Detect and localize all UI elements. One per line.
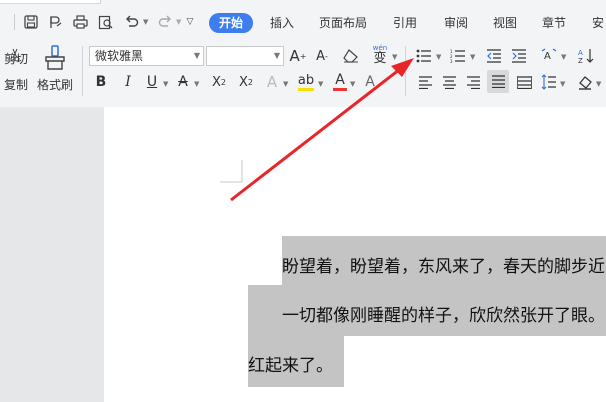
undo-dropdown-icon[interactable]: ▼ xyxy=(143,18,148,26)
shading-icon[interactable] xyxy=(576,72,594,92)
font-name-value: 微软雅黑 xyxy=(95,49,144,63)
print-preview-icon[interactable] xyxy=(96,12,114,32)
subscript-icon[interactable]: X2 xyxy=(236,73,256,91)
text-effect-dropdown-icon[interactable]: ▼ xyxy=(283,80,288,88)
watermark-url: jingyan.baidu.com xyxy=(518,393,592,402)
paragraph-line[interactable]: 盼望着，盼望着，东风来了，春天的脚步近 xyxy=(282,252,605,277)
paragraph-line[interactable]: 一切都像刚睡醒的样子，欣欣然张开了眼。 xyxy=(282,301,605,326)
document-tab[interactable] xyxy=(0,0,101,4)
tab-section[interactable]: 章节 xyxy=(542,13,566,33)
font-color-icon[interactable]: A xyxy=(332,71,348,93)
strikethrough-dropdown-icon[interactable]: ▼ xyxy=(194,80,199,88)
character-shading-icon[interactable]: A xyxy=(362,73,378,91)
numbered-list-icon[interactable]: 123 xyxy=(449,46,467,66)
phonetic-guide-icon[interactable]: wén 变 xyxy=(370,44,390,66)
clear-formatting-icon[interactable] xyxy=(342,47,360,65)
print-icon[interactable] xyxy=(71,12,89,32)
font-name-select[interactable]: 微软雅黑 ▼ xyxy=(89,46,204,66)
decrease-indent-icon[interactable] xyxy=(485,46,503,66)
line-spacing-icon[interactable] xyxy=(540,71,558,93)
chevron-down-icon: ▼ xyxy=(273,51,280,60)
font-size-select[interactable]: ▼ xyxy=(206,46,284,66)
grow-font-icon[interactable]: A + xyxy=(289,46,307,66)
format-painter-button[interactable]: 格式刷 xyxy=(37,76,73,93)
svg-text:A: A xyxy=(578,49,583,57)
chevron-down-icon: ▼ xyxy=(193,51,200,60)
numbered-list-dropdown-icon[interactable]: ▼ xyxy=(470,53,475,61)
superscript-icon[interactable]: X2 xyxy=(209,73,229,91)
increase-indent-icon[interactable] xyxy=(510,46,528,66)
tab-insert[interactable]: 插入 xyxy=(270,13,294,33)
svg-text:Z: Z xyxy=(578,57,583,65)
highlight-dropdown-icon[interactable]: ▼ xyxy=(318,80,323,88)
toolbar-divider xyxy=(405,46,406,96)
paragraph-line[interactable]: 红起来了。 xyxy=(248,351,333,376)
tab-references[interactable]: 引用 xyxy=(393,13,417,33)
tab-page-layout[interactable]: 页面布局 xyxy=(319,13,367,33)
underline-dropdown-icon[interactable]: ▼ xyxy=(163,80,168,88)
shrink-font-icon[interactable]: A- xyxy=(313,46,331,66)
watermark-logo: Bai 经验 xyxy=(529,370,596,389)
tab-review[interactable]: 审阅 xyxy=(444,13,468,33)
redo-icon[interactable] xyxy=(156,12,174,32)
tab-view[interactable]: 视图 xyxy=(493,13,517,33)
text-direction-dropdown-icon[interactable]: ▼ xyxy=(561,53,566,61)
quick-access-divider xyxy=(14,14,15,30)
text-direction-icon[interactable]: A xyxy=(539,45,559,67)
redo-dropdown-icon[interactable]: ▼ xyxy=(176,18,181,26)
italic-icon[interactable]: I xyxy=(121,73,135,91)
text-effect-icon[interactable]: A xyxy=(264,73,280,91)
tab-security[interactable]: 安 xyxy=(592,13,604,33)
ribbon: ▼ ▼ ▽ 开始 插入 页面布局 引用 审阅 视图 章节 安 剪切 复制 格式刷… xyxy=(0,0,606,107)
customize-quick-access-icon[interactable]: ▽ xyxy=(184,12,196,32)
tab-home[interactable]: 开始 xyxy=(209,13,254,33)
phonetic-dropdown-icon[interactable]: ▼ xyxy=(392,53,397,61)
font-color-dropdown-icon[interactable]: ▼ xyxy=(350,80,355,88)
align-center-icon[interactable] xyxy=(441,73,457,91)
document-page[interactable]: 盼望着，盼望着，东风来了，春天的脚步近 一切都像刚睡醒的样子，欣欣然张开了眼。 … xyxy=(104,107,606,402)
format-painter-icon[interactable] xyxy=(42,44,68,72)
highlight-color-icon[interactable]: ab xyxy=(296,71,316,93)
margin-corner-mark xyxy=(220,160,243,183)
align-left-icon[interactable] xyxy=(417,73,433,91)
svg-text:3: 3 xyxy=(450,59,453,63)
sort-icon[interactable]: AZ xyxy=(576,45,596,67)
bullet-list-icon[interactable] xyxy=(415,46,433,66)
line-spacing-dropdown-icon[interactable]: ▼ xyxy=(560,80,565,88)
align-right-icon[interactable] xyxy=(465,73,481,91)
svg-text:A: A xyxy=(544,51,551,62)
justify-icon[interactable] xyxy=(487,70,509,93)
bullet-list-dropdown-icon[interactable]: ▼ xyxy=(436,53,441,61)
distributed-align-icon[interactable] xyxy=(516,73,532,91)
workspace-gutter xyxy=(0,107,104,402)
toolbar-divider xyxy=(82,46,83,96)
tab-bar: ▼ ▼ ▽ 开始 插入 页面布局 引用 审阅 视图 章节 安 xyxy=(0,0,606,40)
undo-icon[interactable] xyxy=(121,12,141,32)
bold-icon[interactable]: B xyxy=(94,73,108,91)
export-pdf-icon[interactable] xyxy=(46,12,64,32)
underline-icon[interactable]: U xyxy=(145,73,159,91)
cut-button[interactable]: 剪切 xyxy=(4,50,28,67)
copy-button[interactable]: 复制 xyxy=(4,76,28,93)
save-icon[interactable] xyxy=(22,12,40,32)
shading-dropdown-icon[interactable]: ▼ xyxy=(596,80,601,88)
strikethrough-icon[interactable]: A xyxy=(175,73,191,91)
